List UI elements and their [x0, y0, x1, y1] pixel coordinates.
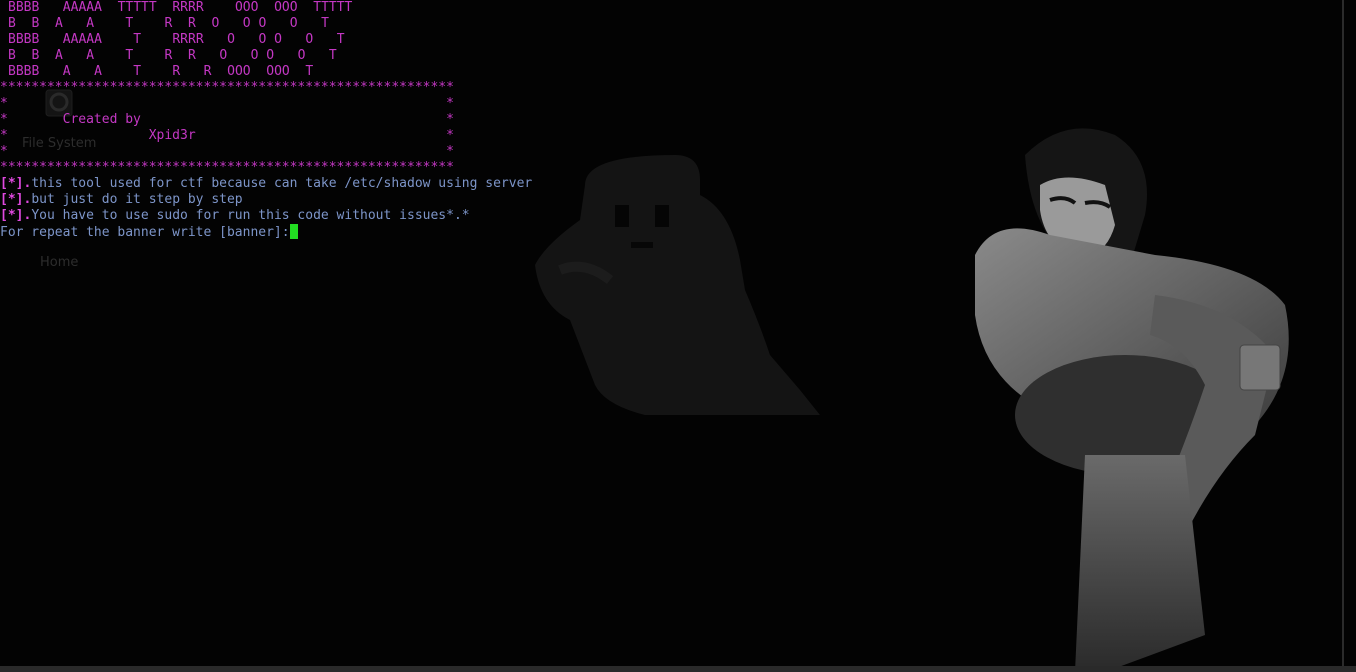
- banner-line: BBBB AAAAA T RRRR O O O O T: [8, 32, 345, 47]
- prompt-line[interactable]: For repeat the banner write [banner]:: [0, 224, 298, 240]
- box-line: * *: [0, 144, 454, 159]
- window-bottom-border: [0, 666, 1356, 672]
- banner-line: BBBB A A T R R OOO OOO T: [8, 64, 314, 79]
- info-line: [*].You have to use sudo for run this co…: [0, 208, 470, 224]
- terminal-scrollbar[interactable]: [1342, 0, 1344, 666]
- box-line-created-by: * Created by *: [0, 112, 454, 127]
- info-text: this tool used for ctf because can take …: [31, 176, 533, 191]
- box-border-top: ****************************************…: [0, 80, 454, 95]
- banner-line: BBBB AAAAA TTTTT RRRR OOO OOO TTTTT: [8, 0, 353, 15]
- box-line-author: * Xpid3r *: [0, 128, 454, 143]
- terminal-window[interactable]: BBBB AAAAA TTTTT RRRR OOO OOO TTTTT B B …: [0, 0, 1342, 666]
- info-prefix: [*].: [0, 192, 32, 207]
- info-text: but just do it step by step: [31, 192, 243, 207]
- box-border-bottom: ****************************************…: [0, 160, 454, 175]
- info-line: [*].but just do it step by step: [0, 192, 243, 208]
- info-line: [*].this tool used for ctf because can t…: [0, 176, 532, 192]
- text-cursor[interactable]: [289, 224, 298, 239]
- info-prefix: [*].: [0, 176, 32, 191]
- info-text: You have to use sudo for run this code w…: [31, 208, 470, 223]
- desktop: File System Home BBBB AAAAA TTTTT RRRR O…: [0, 0, 1356, 672]
- box-line: * *: [0, 96, 454, 111]
- prompt-text: For repeat the banner write [banner]:: [0, 225, 290, 240]
- banner-line: B B A A T R R O O O O T: [8, 48, 337, 63]
- banner-line: B B A A T R R O O O O T: [8, 16, 329, 31]
- info-prefix: [*].: [0, 208, 32, 223]
